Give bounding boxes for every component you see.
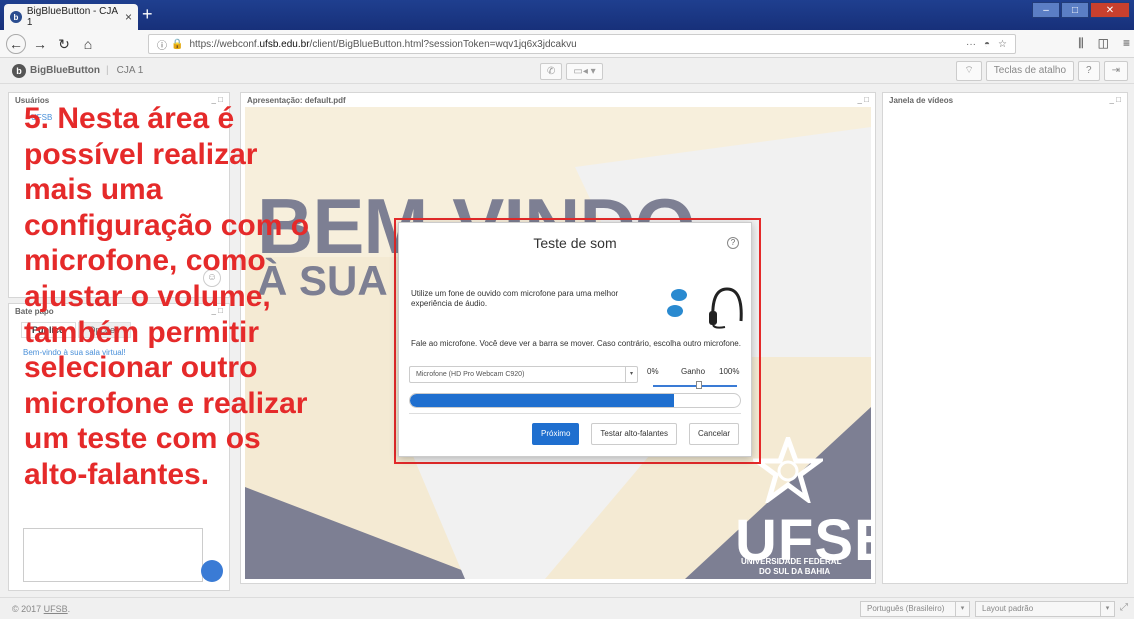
dialog-buttons: Próximo Testar alto-falantes Cancelar [532,423,739,445]
language-value: Português (Brasileiro) [867,604,945,613]
tab-close-icon[interactable]: × [125,10,132,24]
microphone-value: Microfone (HD Pro Webcam C920) [416,371,525,378]
address-bar[interactable]: ⓘ 🔒 https://webconf. ufsb.edu.br/client/B… [148,34,1016,54]
home-icon[interactable]: ⌂ [78,34,98,54]
dialog-description: Utilize um fone de ouvido com microfone … [411,289,619,308]
tutorial-annotation-text: 5. Nesta área é possível realizar mais u… [24,102,310,491]
copyright-prefix: © 2017 [12,604,44,614]
browser-nav-bar: ← → ↻ ⌂ ⓘ 🔒 https://webconf. ufsb.edu.br /… [0,30,1134,58]
ufsb-logo-sub2: DO SUL DA BAHIA [759,567,831,576]
phone-icon[interactable]: ✆ [540,63,563,80]
tab-title: BigBlueButton - CJA 1 [26,6,118,28]
toolbar-right: ⫼ ◫ ≡ [1078,36,1130,51]
header-right: ⌔ Teclas de atalho ? ⇥ [956,61,1128,81]
bbb-logo-icon: b [12,63,26,78]
video-panel: Janela de vídeos _ □ [882,92,1128,584]
back-arrow-icon[interactable]: ← [6,33,26,54]
mic-level-fill [410,394,674,407]
headset-icon [667,287,743,329]
bbb-header: b BigBlueButton | CJA 1 ✆ ▭◂ ▾ ⌔ Teclas … [0,58,1134,84]
window-close-button[interactable]: ✕ [1090,2,1130,18]
test-speakers-button[interactable]: Testar alto-falantes [591,423,677,445]
chevron-down-icon: ▾ [955,602,969,616]
url-domain: ufsb.edu.br [259,38,310,50]
video-panel-controls[interactable]: _ □ [1109,95,1121,104]
footer: © 2017 UFSB. Português (Brasileiro) ▾ La… [0,597,1134,619]
minimize-button[interactable]: – [1032,2,1060,18]
shortcuts-button[interactable]: Teclas de atalho [985,61,1075,81]
send-message-button[interactable] [201,560,223,582]
fullscreen-icon[interactable]: ⤢ [1120,602,1128,613]
gain-slider-track[interactable] [653,385,737,387]
app-name: BigBlueButton [30,65,100,76]
ufsb-star-logo-icon [753,437,823,503]
next-button[interactable]: Próximo [532,423,580,445]
info-icon[interactable]: ⓘ [157,37,167,52]
layout-select[interactable]: Layout padrão ▾ [975,601,1115,617]
chat-input[interactable] [23,528,203,582]
ufsb-logo-sub1: UNIVERSIDADE FEDERAL [741,557,842,566]
gain-label: Ganho [681,367,706,376]
chevron-down-icon: ▾ [625,367,637,382]
breadcrumb-separator: | [106,65,109,76]
video-panel-title: Janela de vídeos [889,96,954,105]
gain-slider-handle[interactable] [696,381,703,389]
star-icon[interactable]: ☆ [998,39,1007,50]
network-status-icon[interactable]: ⌔ [956,61,982,81]
forward-arrow-icon[interactable]: → [30,34,50,54]
url-prefix: https://webconf. [189,38,260,50]
sound-test-dialog: Teste de som ? Utilize um fone de ouvido… [398,222,752,457]
webcam-icon[interactable]: ▭◂ ▾ [566,63,603,80]
cancel-button[interactable]: Cancelar [688,423,739,445]
new-tab-button[interactable]: + [142,5,153,23]
browser-tab[interactable]: b BigBlueButton - CJA 1 × [4,4,138,30]
help-icon[interactable]: ? [1078,61,1100,81]
media-buttons: ✆ ▭◂ ▾ [540,63,603,80]
pocket-icon[interactable]: ◓ [984,39,990,50]
gain-min-label: 0% [647,367,659,376]
mic-level-bar [409,393,741,408]
presentation-panel-controls[interactable]: _ □ [857,95,869,104]
url-suffix: /client/BigBlueButton.html?sessionToken=… [309,38,577,50]
page-actions-icon[interactable]: ··· [966,39,976,50]
browser-tab-strip: b BigBlueButton - CJA 1 × + – □ ✕ [0,0,1134,30]
copyright: © 2017 UFSB. [12,604,70,614]
menu-icon[interactable]: ≡ [1123,36,1130,51]
language-select[interactable]: Português (Brasileiro) ▾ [860,601,970,617]
bbb-favicon-icon: b [10,11,22,23]
window-controls: – □ ✕ [1031,2,1130,18]
logout-icon[interactable]: ⇥ [1103,61,1128,81]
copyright-link[interactable]: UFSB [44,604,68,614]
dialog-instruction: Fale ao microfone. Você deve ver a barra… [411,339,741,348]
layout-value: Layout padrão [982,604,1034,613]
bbb-logo: b BigBlueButton [12,63,100,78]
reload-icon[interactable]: ↻ [54,34,74,54]
library-icon[interactable]: ⫼ [1078,36,1084,51]
microphone-select[interactable]: Microfone (HD Pro Webcam C920) ▾ [409,366,638,383]
help-icon[interactable]: ? [727,237,739,249]
dialog-title: Teste de som [533,235,617,251]
lock-icon: 🔒 [171,38,184,50]
gain-max-label: 100% [719,367,740,376]
copyright-suffix: . [67,604,71,614]
chevron-down-icon: ▾ [1100,602,1114,616]
sidebar-icon[interactable]: ◫ [1098,36,1109,51]
room-name: CJA 1 [116,65,144,76]
dialog-divider [409,413,741,414]
maximize-button[interactable]: □ [1061,2,1089,18]
